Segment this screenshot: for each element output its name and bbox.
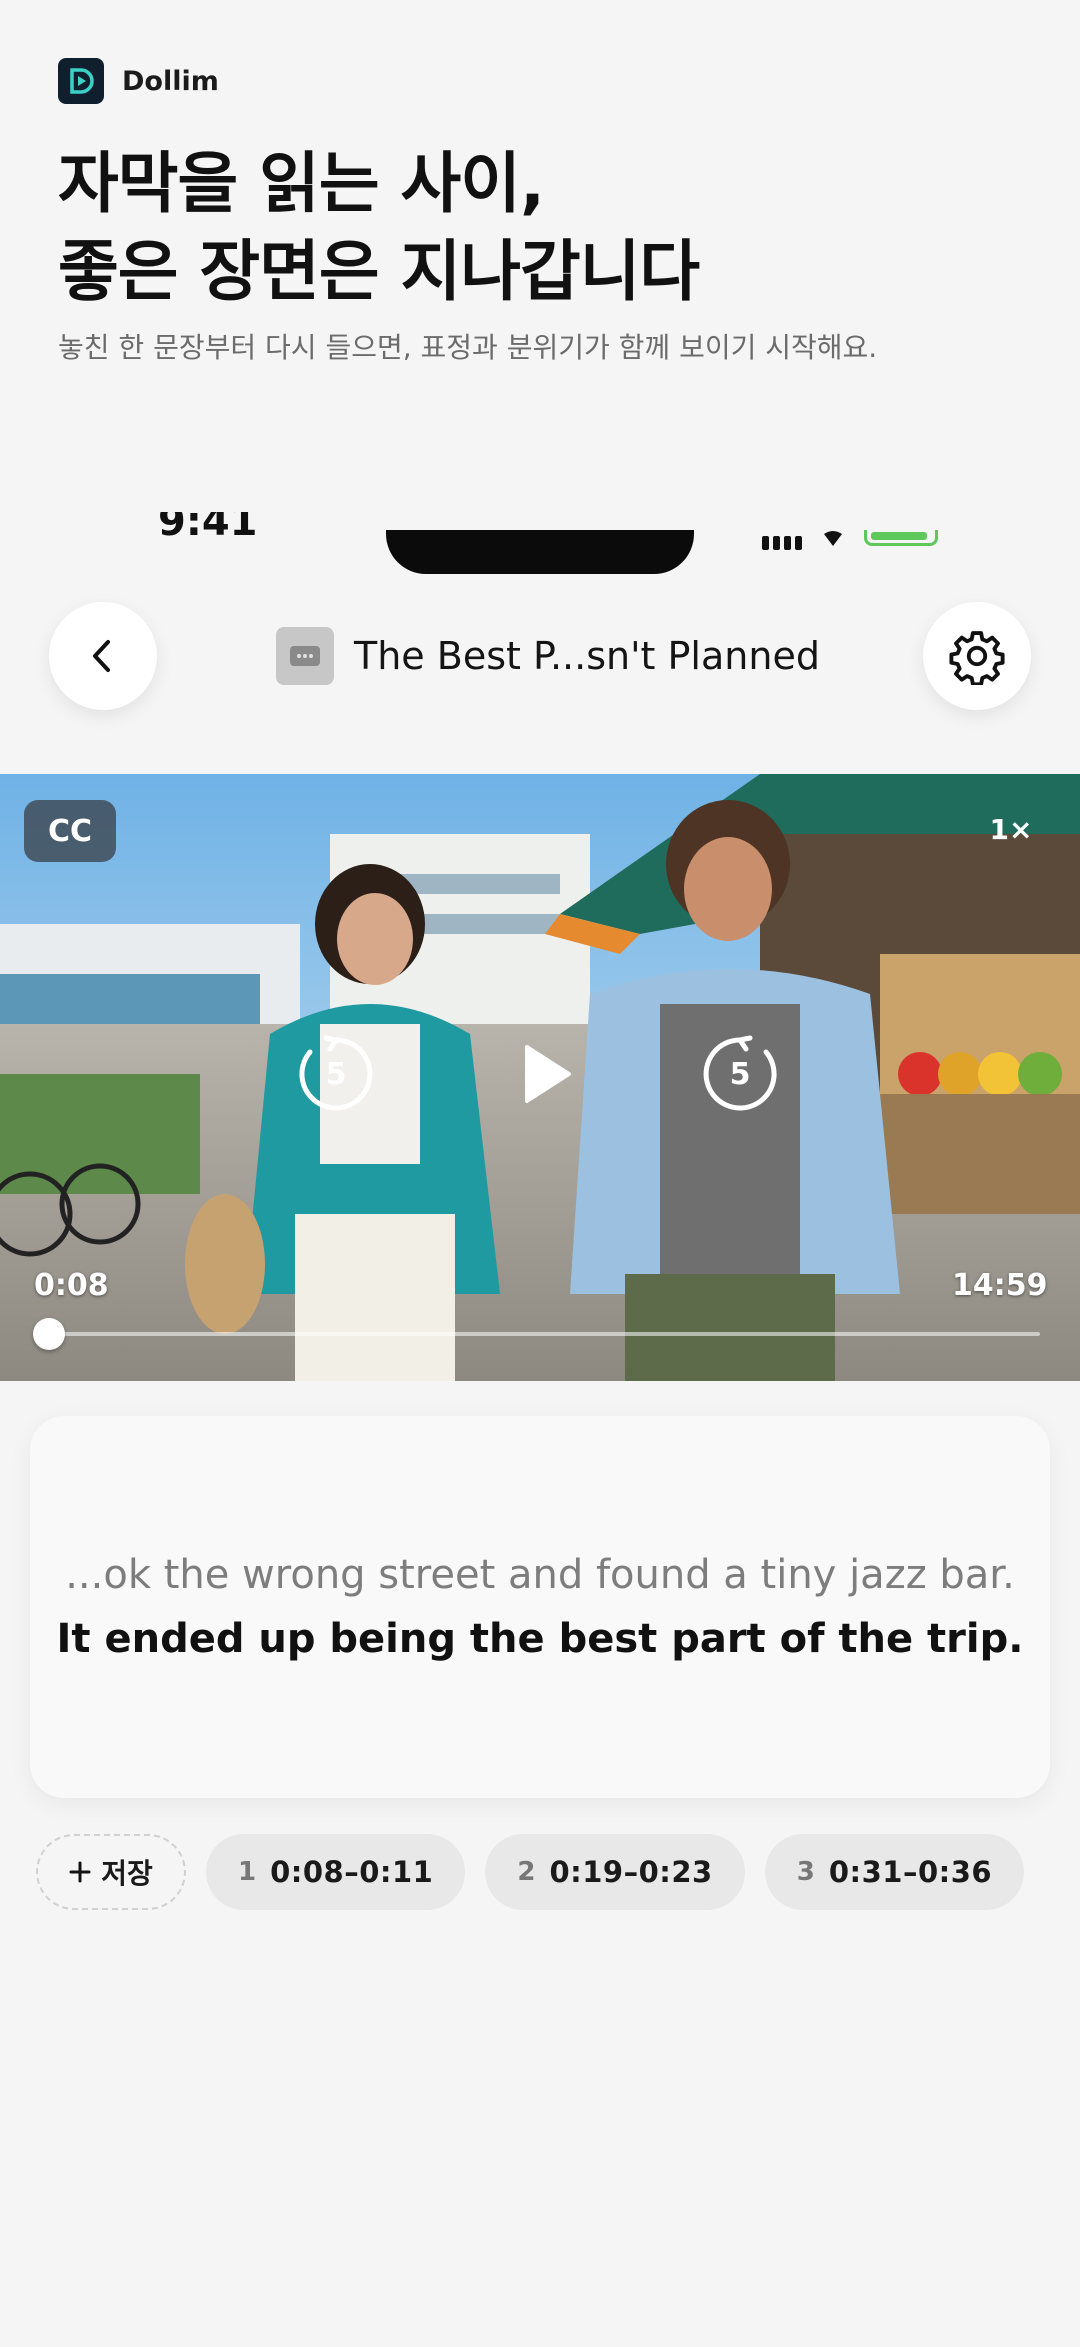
video-player[interactable]: CC 1× 5 5 0:08 14:59 bbox=[0, 774, 1080, 1381]
back-button[interactable] bbox=[49, 602, 157, 710]
play-icon bbox=[525, 1045, 571, 1103]
headline-line-1: 자막을 읽는 사이, bbox=[58, 145, 545, 222]
gear-icon bbox=[949, 631, 1005, 685]
brand: Dollim bbox=[58, 58, 219, 104]
dollim-logo-icon bbox=[58, 58, 104, 104]
bookmark-range: 0:31–0:36 bbox=[828, 1855, 993, 1889]
subtitle-panel: ...ok the wrong street and found a tiny … bbox=[30, 1416, 1050, 1798]
settings-button[interactable] bbox=[923, 602, 1031, 710]
status-time: 9:41 bbox=[158, 512, 258, 545]
dynamic-island bbox=[386, 530, 694, 574]
current-time: 0:08 bbox=[34, 1268, 109, 1303]
bookmark-index: 3 bbox=[796, 1857, 815, 1887]
app-screen: Dollim 자막을 읽는 사이, 좋은 장면은 지나갑니다 놓친 한 문장부터… bbox=[0, 0, 1080, 2347]
rewind-5-button[interactable]: 5 bbox=[296, 1034, 376, 1114]
bookmark-chip[interactable]: 3 0:31–0:36 bbox=[764, 1834, 1025, 1910]
video-thumbnail-icon bbox=[276, 627, 334, 685]
forward-5-button[interactable]: 5 bbox=[700, 1034, 780, 1114]
bookmark-index: 1 bbox=[238, 1857, 257, 1887]
closed-captions-toggle[interactable]: CC bbox=[24, 800, 116, 862]
bookmark-list: 저장 1 0:08–0:11 2 0:19–0:23 3 0:31–0:36 bbox=[36, 1834, 1025, 1910]
video-title: The Best P...sn't Planned bbox=[276, 626, 820, 686]
headline-line-2: 좋은 장면은 지나갑니다 bbox=[58, 233, 700, 310]
progress-bar[interactable] bbox=[32, 1318, 1040, 1350]
previous-subtitle[interactable]: ...ok the wrong street and found a tiny … bbox=[65, 1552, 1015, 1598]
playback-speed[interactable]: 1× bbox=[976, 810, 1046, 850]
total-duration: 14:59 bbox=[952, 1268, 1048, 1303]
page-subheading: 놓친 한 문장부터 다시 들으면, 표정과 분위기가 함께 보이기 시작해요. bbox=[58, 331, 878, 364]
rewind-seconds: 5 bbox=[325, 1056, 347, 1092]
page-headline: 자막을 읽는 사이, 좋은 장면은 지나갑니다 bbox=[58, 140, 1018, 316]
chevron-left-icon bbox=[93, 640, 110, 672]
bookmark-chip[interactable]: 1 0:08–0:11 bbox=[206, 1834, 466, 1910]
brand-name: Dollim bbox=[122, 65, 219, 97]
save-bookmark-button[interactable]: 저장 bbox=[36, 1834, 186, 1910]
bookmark-index: 2 bbox=[517, 1857, 536, 1887]
save-label: 저장 bbox=[101, 1857, 153, 1890]
progress-scrubber[interactable] bbox=[32, 1318, 65, 1350]
forward-seconds: 5 bbox=[729, 1056, 751, 1092]
plus-icon bbox=[69, 1861, 91, 1883]
bookmark-chip[interactable]: 2 0:19–0:23 bbox=[485, 1834, 745, 1910]
bookmark-range: 0:19–0:23 bbox=[549, 1855, 713, 1889]
wifi-icon bbox=[824, 531, 842, 546]
signal-icon bbox=[762, 530, 802, 550]
video-title-text: The Best P...sn't Planned bbox=[354, 634, 820, 678]
battery-icon bbox=[864, 530, 938, 546]
current-subtitle[interactable]: It ended up being the best part of the t… bbox=[57, 1616, 1024, 1662]
play-button[interactable] bbox=[504, 1034, 584, 1114]
status-icons bbox=[762, 530, 938, 550]
bookmark-range: 0:08–0:11 bbox=[270, 1855, 434, 1889]
